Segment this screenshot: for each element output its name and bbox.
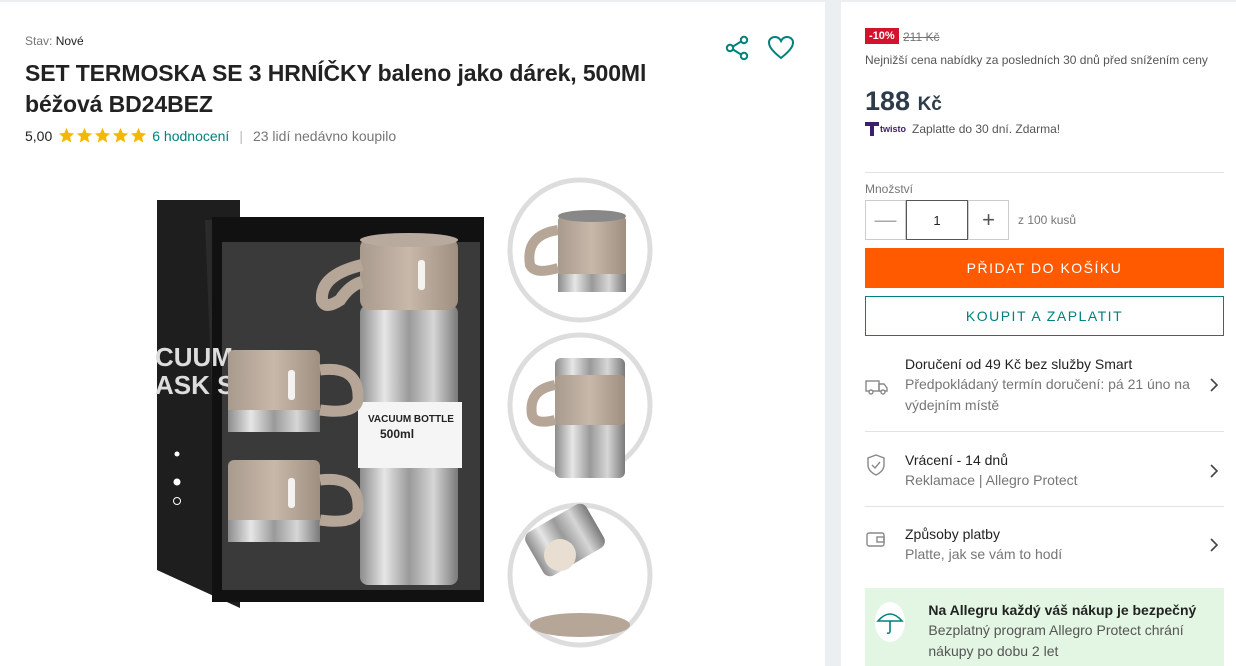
product-title: SET TERMOSKA SE 3 HRNÍČKY baleno jako dá… [25, 60, 647, 117]
rating-score: 5,00 [25, 127, 53, 144]
ratings-link[interactable]: 6 hodnocení [152, 128, 229, 144]
recently-bought: 23 lidí nedávno koupilo [252, 127, 397, 144]
chevron-right-icon [1204, 524, 1224, 565]
svg-text:CUUM: CUUM [155, 342, 233, 372]
umbrella-icon [875, 602, 906, 642]
protect-subtitle: Bezplatný program Allegro Protect chrání… [928, 622, 1184, 659]
plus-icon[interactable]: + [968, 200, 1009, 240]
divider [865, 431, 1224, 432]
discount-badge: -10% [865, 28, 899, 44]
product-image[interactable]: CUUM ASK S VACUUM BOTTLE 500ml [150, 170, 670, 666]
star-icon [113, 127, 129, 143]
payment-title: Způsoby platby [905, 526, 1000, 542]
wallet-icon [865, 524, 905, 565]
svg-text:500ml: 500ml [380, 427, 414, 441]
returns-title: Vrácení - 14 dnů [905, 452, 1008, 468]
delivery-title: Doručení od 49 Kč bez služby Smart [905, 356, 1133, 372]
shield-icon [865, 450, 905, 491]
payment-subtitle: Platte, jak se vám to hodí [905, 546, 1063, 562]
quantity-label: Množství [865, 182, 914, 196]
twisto-row[interactable]: twisto Zaplatte do 30 dní. Zdarma! [865, 122, 1060, 136]
price-value: 188 [865, 86, 911, 116]
condition: Stav: Nové [25, 34, 84, 48]
delivery-row[interactable]: Doručení od 49 Kč bez služby Smart Předp… [865, 354, 1224, 416]
delivery-subtitle: Předpokládaný termín doručení: pá 21 úno… [905, 376, 1190, 413]
buy-now-button[interactable]: KOUPIT A ZAPLATIT [865, 296, 1224, 336]
svg-text:VACUUM BOTTLE: VACUUM BOTTLE [368, 414, 454, 425]
returns-row[interactable]: Vrácení - 14 dnů Reklamace | Allegro Pro… [865, 450, 1224, 491]
star-icon [131, 127, 147, 143]
condition-value: Nové [55, 34, 84, 48]
lowest-price-note: Nejnižší cena nabídky za posledních 30 d… [865, 53, 1208, 67]
minus-icon[interactable]: — [865, 200, 906, 240]
payment-row[interactable]: Způsoby platby Platte, jak se vám to hod… [865, 524, 1224, 565]
share-icon[interactable] [724, 35, 750, 61]
separator: | [239, 127, 243, 144]
chevron-right-icon [1204, 354, 1224, 416]
star-icon [77, 127, 93, 143]
old-price: 211 Kč [903, 30, 940, 44]
twisto-brand: twisto [880, 124, 906, 134]
quantity-stepper: — 1 + [865, 200, 1009, 240]
truck-icon [865, 354, 905, 416]
star-icon [95, 127, 111, 143]
quantity-input[interactable]: 1 [906, 200, 968, 240]
chevron-right-icon [1204, 450, 1224, 491]
allegro-protect-banner: Na Allegru každý váš nákup je bezpečný B… [865, 588, 1224, 666]
heart-icon[interactable] [767, 35, 795, 61]
quantity-max: z 100 kusů [1018, 213, 1077, 227]
add-to-cart-button[interactable]: PŘIDAT DO KOŠÍKU [865, 248, 1224, 288]
buy-panel: -10% 211 Kč Nejnižší cena nabídky za pos… [841, 2, 1236, 666]
rating-row: 5,00 6 hodnocení | 23 lidí nedávno koupi… [25, 127, 396, 144]
svg-text:ASK S: ASK S [155, 370, 234, 400]
condition-label: Stav: [25, 34, 53, 48]
divider [865, 506, 1224, 507]
price: 188 Kč [865, 86, 942, 117]
returns-subtitle: Reklamace | Allegro Protect [905, 472, 1078, 488]
rating-stars [58, 127, 147, 144]
product-panel: Stav: Nové SET TERMOSKA SE 3 HRNÍČKY bal… [0, 2, 825, 666]
twisto-logo-icon: twisto [865, 122, 908, 136]
protect-title: Na Allegru každý váš nákup je bezpečný [928, 602, 1197, 618]
twisto-text: Zaplatte do 30 dní. Zdarma! [912, 122, 1061, 136]
divider [865, 172, 1224, 173]
star-icon [59, 127, 75, 143]
price-currency: Kč [917, 94, 942, 115]
